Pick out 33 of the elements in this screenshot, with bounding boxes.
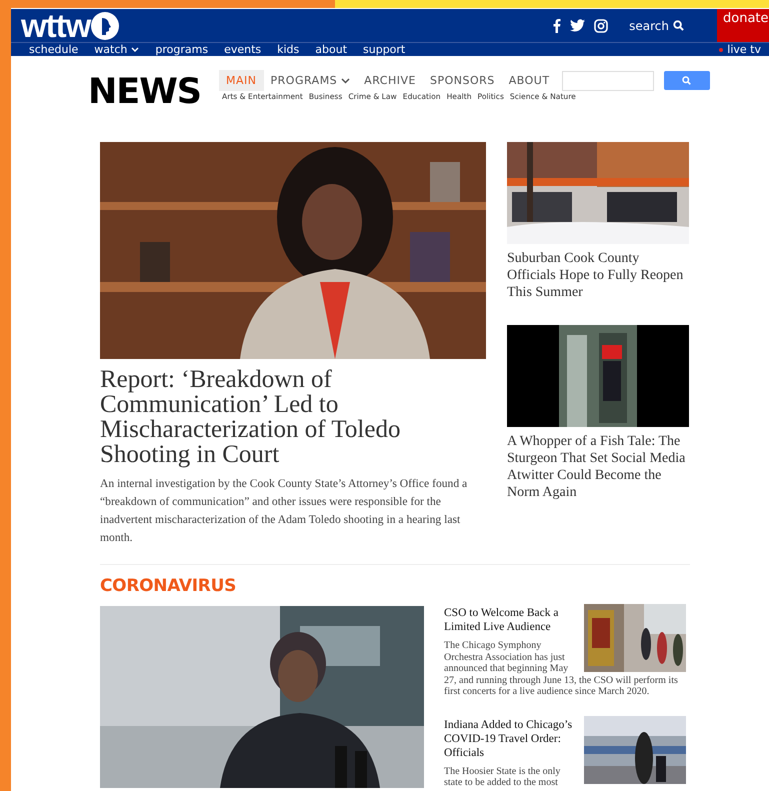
donate-button[interactable]: donate [717, 9, 769, 42]
section-title: NEWS [88, 75, 202, 110]
search-button[interactable] [664, 71, 710, 90]
nav-link[interactable]: events [224, 43, 262, 56]
news-tab[interactable]: PROGRAMS [264, 70, 358, 91]
headline[interactable]: Indiana Added to Chicago’s COVID-19 Travel Order: Officials [444, 718, 686, 760]
site-logo[interactable]: wttw [21, 9, 90, 42]
news-tab[interactable]: ARCHIVE [357, 70, 423, 91]
nav-link[interactable]: schedule [29, 43, 78, 56]
headline[interactable]: CSO to Welcome Back a Limited Live Audience [444, 606, 686, 634]
twitter-icon[interactable] [570, 19, 586, 32]
search-icon[interactable] [673, 20, 684, 31]
live-tv-link[interactable]: live tv [727, 43, 761, 56]
headline[interactable]: Report: ‘Breakdown of Communication’ Led to Mischaracterization of Toledo Shooting in Court [100, 367, 486, 467]
headline[interactable]: A Whopper of a Fish Tale: The Sturgeon That Set Social Media Atwitter Could Become the Norm Again [507, 433, 689, 501]
nav-link[interactable]: programs [155, 43, 208, 56]
article-summary: The Chicago Symphony Orchestra Association has just announced that beginning May 27, and running through June 13, the CSO will perform its first concerts for a live audience since March 2020. [444, 640, 679, 698]
search-field[interactable] [562, 70, 654, 90]
nav-link[interactable]: kids [277, 43, 300, 56]
camera-icon[interactable] [594, 18, 608, 32]
search-link[interactable]: search [629, 18, 669, 32]
live-dot-icon [719, 48, 724, 52]
nav-link[interactable]: support [363, 43, 406, 56]
nav-link[interactable]: watch [94, 43, 128, 56]
nav-link[interactable]: about [315, 43, 348, 56]
head-profile-icon [91, 12, 120, 40]
headline[interactable]: Suburban Cook County Officials Hope to Fully Reopen This Summer [507, 250, 689, 301]
news-tab[interactable]: ABOUT [502, 70, 557, 91]
search-icon [682, 76, 692, 85]
news-tab[interactable]: SPONSORS [422, 70, 502, 91]
facebook-icon[interactable] [552, 18, 562, 33]
article-summary: The Hoosier State is the only state to be added to the most [444, 766, 562, 788]
article-summary: An internal investigation by the Cook County State’s Attorney’s Office found a “breakdown of communication” and other issues were responsible for the inadvertent mischaracterization of the Adam Toledo shooting in a hearing last month. [100, 476, 468, 546]
